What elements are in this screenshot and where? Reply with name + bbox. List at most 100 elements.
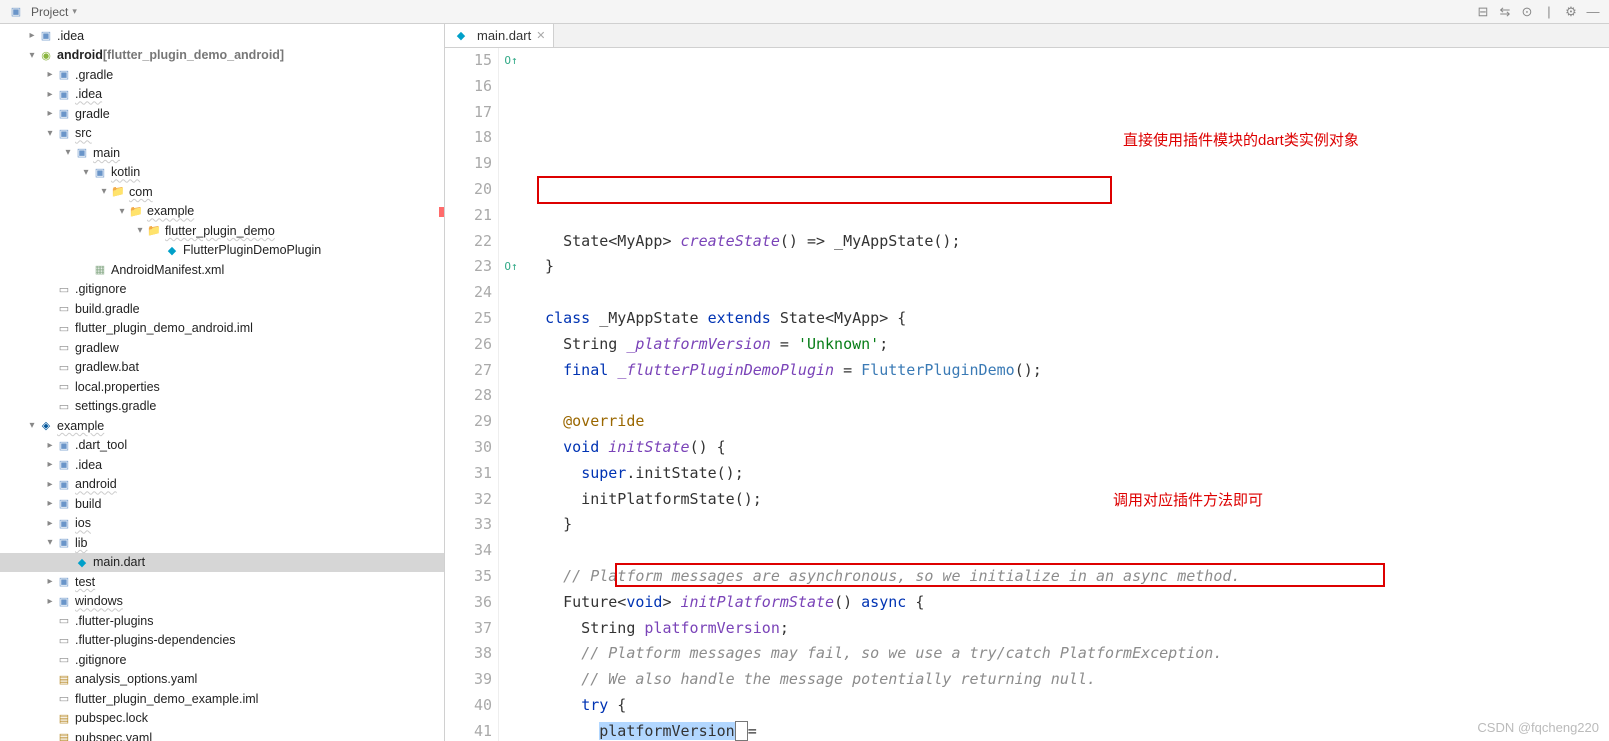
- code-line-34[interactable]: platformVersion =: [527, 719, 1609, 741]
- tree-item-flutter-plugin-demo[interactable]: ▾📁flutter_plugin_demo: [0, 221, 444, 241]
- tree-item-flutter-plugin-demo-android-iml[interactable]: ▭flutter_plugin_demo_android.iml: [0, 319, 444, 339]
- line-number: 25: [445, 306, 492, 332]
- close-tab-icon[interactable]: ✕: [536, 29, 545, 42]
- tree-item--idea[interactable]: ▸▣.idea: [0, 455, 444, 475]
- tree-item-build-gradle[interactable]: ▭build.gradle: [0, 299, 444, 319]
- code-line-16[interactable]: }: [527, 254, 1609, 280]
- tree-item--gradle[interactable]: ▸▣.gradle: [0, 65, 444, 85]
- tree-item-android[interactable]: ▸▣android: [0, 475, 444, 495]
- tree-item--gitignore[interactable]: ▭.gitignore: [0, 280, 444, 300]
- tree-item-test[interactable]: ▸▣test: [0, 572, 444, 592]
- code-line-29[interactable]: Future<void> initPlatformState() async {: [527, 590, 1609, 616]
- tree-item--dart-tool[interactable]: ▸▣.dart_tool: [0, 436, 444, 456]
- tree-item-gradlew[interactable]: ▭gradlew: [0, 338, 444, 358]
- line-number: 21: [445, 203, 492, 229]
- tab-label: main.dart: [477, 28, 531, 43]
- tree-item--flutter-plugins[interactable]: ▭.flutter-plugins: [0, 611, 444, 631]
- code-line-24[interactable]: super.initState();: [527, 461, 1609, 487]
- code-line-19[interactable]: String _platformVersion = 'Unknown';: [527, 332, 1609, 358]
- tree-item-example[interactable]: ▾◈example: [0, 416, 444, 436]
- line-number: 24: [445, 280, 492, 306]
- tree-item-main-dart[interactable]: ◆main.dart: [0, 553, 444, 573]
- line-number: 17: [445, 100, 492, 126]
- divider-icon: |: [1541, 4, 1557, 20]
- collapse-all-icon[interactable]: ⊟: [1475, 4, 1491, 20]
- line-number: 16: [445, 74, 492, 100]
- line-number: 26: [445, 332, 492, 358]
- code-line-33[interactable]: try {: [527, 693, 1609, 719]
- code-line-30[interactable]: String platformVersion;: [527, 616, 1609, 642]
- line-number: 33: [445, 512, 492, 538]
- tree-item-src[interactable]: ▾▣src: [0, 124, 444, 144]
- tree-item-main[interactable]: ▾▣main: [0, 143, 444, 163]
- code-line-27[interactable]: [527, 538, 1609, 564]
- override-marker-icon[interactable]: O↑: [504, 48, 517, 74]
- tree-item-ios[interactable]: ▸▣ios: [0, 514, 444, 534]
- line-number: 35: [445, 564, 492, 590]
- tree-item-pubspec-yaml[interactable]: ▤pubspec.yaml: [0, 728, 444, 741]
- line-number: 40: [445, 693, 492, 719]
- tree-item--idea[interactable]: ▸▣.idea: [0, 26, 444, 46]
- tree-item-androidmanifest-xml[interactable]: ▦AndroidManifest.xml: [0, 260, 444, 280]
- line-number: 22: [445, 229, 492, 255]
- tree-item-build[interactable]: ▸▣build: [0, 494, 444, 514]
- line-number: 27: [445, 358, 492, 384]
- tree-item-pubspec-lock[interactable]: ▤pubspec.lock: [0, 709, 444, 729]
- tree-item-analysis-options-yaml[interactable]: ▤analysis_options.yaml: [0, 670, 444, 690]
- code-area[interactable]: 直接使用插件模块的dart类实例对象 调用对应插件方法即可 State<MyAp…: [523, 48, 1609, 741]
- annotation-text-1: 直接使用插件模块的dart类实例对象: [1123, 128, 1359, 154]
- tree-item-flutterplugindemoplugin[interactable]: ◆FlutterPluginDemoPlugin: [0, 241, 444, 261]
- code-editor[interactable]: 1516171819202122232425262728293031323334…: [445, 48, 1609, 741]
- tree-item-lib[interactable]: ▾▣lib: [0, 533, 444, 553]
- code-line-22[interactable]: @override: [527, 409, 1609, 435]
- line-number: 18: [445, 125, 492, 151]
- code-line-21[interactable]: [527, 383, 1609, 409]
- project-label-text: Project: [31, 5, 68, 19]
- tree-item-kotlin[interactable]: ▾▣kotlin: [0, 163, 444, 183]
- settings-gear-icon[interactable]: ⚙: [1563, 4, 1579, 20]
- tree-item--idea[interactable]: ▸▣.idea: [0, 85, 444, 105]
- code-line-32[interactable]: // We also handle the message potentiall…: [527, 667, 1609, 693]
- line-number: 31: [445, 461, 492, 487]
- tree-item-flutter-plugin-demo-example-iml[interactable]: ▭flutter_plugin_demo_example.iml: [0, 689, 444, 709]
- hide-icon[interactable]: —: [1585, 4, 1601, 20]
- line-number: 20: [445, 177, 492, 203]
- tree-item-gradle[interactable]: ▸▣gradle: [0, 104, 444, 124]
- project-icon: ▣: [8, 4, 24, 20]
- tree-item-example[interactable]: ▾📁example: [0, 202, 444, 222]
- code-line-28[interactable]: // Platform messages are asynchronous, s…: [527, 564, 1609, 590]
- code-line-17[interactable]: [527, 280, 1609, 306]
- tree-item-local-properties[interactable]: ▭local.properties: [0, 377, 444, 397]
- dart-file-icon: ◆: [453, 28, 469, 44]
- tree-item-com[interactable]: ▾📁com: [0, 182, 444, 202]
- line-number: 39: [445, 667, 492, 693]
- project-tree[interactable]: ▸▣.idea▾◉android [flutter_plugin_demo_an…: [0, 24, 445, 741]
- line-number: 19: [445, 151, 492, 177]
- code-line-23[interactable]: void initState() {: [527, 435, 1609, 461]
- line-number: 23: [445, 254, 492, 280]
- code-line-15[interactable]: State<MyApp> createState() => _MyAppStat…: [527, 229, 1609, 255]
- line-number: 41: [445, 719, 492, 741]
- code-line-20[interactable]: final _flutterPluginDemoPlugin = Flutter…: [527, 358, 1609, 384]
- editor-tabs: ◆ main.dart ✕: [445, 24, 1609, 48]
- watermark: CSDN @fqcheng220: [1477, 720, 1599, 735]
- tool-window-header: ▣ Project ▾ ⊟ ⇆ ⊙ | ⚙ —: [0, 0, 1609, 24]
- line-number: 29: [445, 409, 492, 435]
- tree-item--flutter-plugins-dependencies[interactable]: ▭.flutter-plugins-dependencies: [0, 631, 444, 651]
- tree-item--gitignore[interactable]: ▭.gitignore: [0, 650, 444, 670]
- override-marker-icon[interactable]: O↑: [504, 254, 517, 280]
- project-tool-label[interactable]: ▣ Project ▾: [0, 0, 85, 23]
- tree-item-settings-gradle[interactable]: ▭settings.gradle: [0, 397, 444, 417]
- annotation-box-1: [537, 176, 1112, 204]
- code-line-26[interactable]: }: [527, 512, 1609, 538]
- tree-item-android[interactable]: ▾◉android [flutter_plugin_demo_android]: [0, 46, 444, 66]
- line-number: 37: [445, 616, 492, 642]
- code-line-18[interactable]: class _MyAppState extends State<MyApp> {: [527, 306, 1609, 332]
- select-file-icon[interactable]: ⊙: [1519, 4, 1535, 20]
- code-line-25[interactable]: initPlatformState();: [527, 487, 1609, 513]
- tree-item-windows[interactable]: ▸▣windows: [0, 592, 444, 612]
- tree-item-gradlew-bat[interactable]: ▭gradlew.bat: [0, 358, 444, 378]
- tab-main-dart[interactable]: ◆ main.dart ✕: [445, 24, 554, 47]
- code-line-31[interactable]: // Platform messages may fail, so we use…: [527, 641, 1609, 667]
- expand-all-icon[interactable]: ⇆: [1497, 4, 1513, 20]
